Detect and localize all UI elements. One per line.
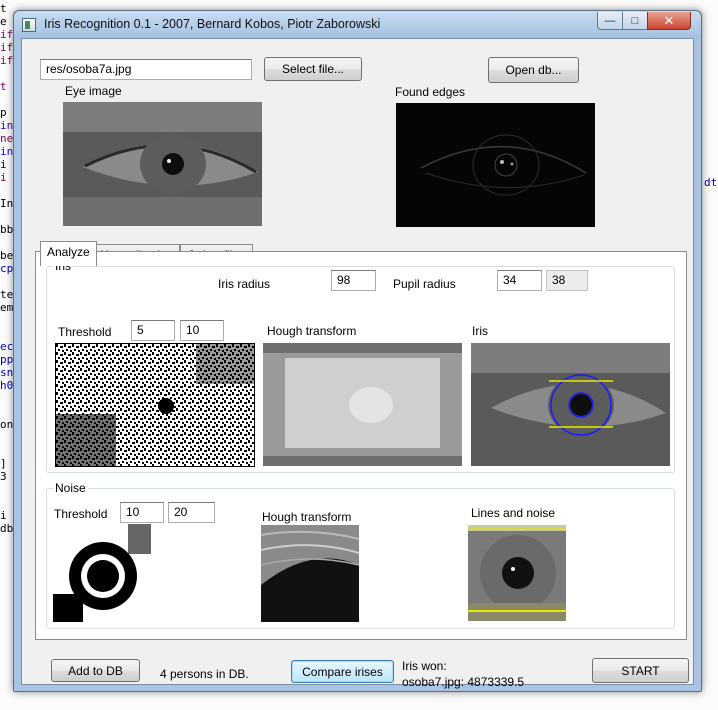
- noise-threshold-image: [53, 524, 151, 622]
- noise-groupbox: Noise Threshold 10 20 Hough transform Li…: [46, 481, 675, 629]
- code-fragment: cp: [0, 262, 14, 275]
- iris-threshold-image: [55, 343, 255, 467]
- title-bar[interactable]: Iris Recognition 0.1 - 2007, Bernard Kob…: [14, 11, 701, 38]
- code-fragment: [0, 67, 13, 80]
- code-fragment: db: [0, 522, 14, 535]
- iris-radius-label: Iris radius: [218, 277, 271, 291]
- pupil-radius-readout: 38: [546, 270, 588, 291]
- iris-detected-image: [471, 343, 670, 466]
- lines-noise-image: [468, 525, 566, 621]
- eye-image: [63, 102, 262, 226]
- noise-threshold-label: Threshold: [54, 507, 108, 521]
- code-fragment: on: [0, 418, 14, 431]
- noise-threshold-high-input[interactable]: 20: [168, 502, 215, 523]
- code-fragment: [0, 496, 13, 509]
- iris-radius-input[interactable]: 98: [331, 270, 376, 291]
- noise-hough-label: Hough transform: [262, 510, 352, 524]
- iris-image-label: Iris: [472, 324, 488, 338]
- code-fragment: [0, 392, 13, 405]
- code-fragment: In: [0, 197, 14, 210]
- start-button[interactable]: START: [592, 658, 689, 683]
- code-fragment: be: [0, 249, 14, 262]
- code-fragment: ne: [0, 132, 14, 145]
- lines-noise-label: Lines and noise: [471, 506, 556, 520]
- pupil-radius-input[interactable]: 34: [497, 270, 542, 291]
- app-icon: [22, 18, 36, 32]
- iris-detected-drawing: [471, 343, 670, 466]
- code-fragment: in: [0, 119, 14, 132]
- code-fragment: if: [0, 28, 14, 41]
- code-fragment: [0, 184, 13, 197]
- noise-hough-drawing: [261, 525, 359, 622]
- code-fragment: [0, 444, 13, 457]
- code-fragment: [0, 93, 13, 106]
- compare-irises-button[interactable]: Compare irises: [291, 660, 394, 683]
- code-fragment: [0, 275, 13, 288]
- noise-threshold-low-input[interactable]: 10: [120, 502, 164, 523]
- open-db-button[interactable]: Open db...: [488, 57, 579, 83]
- code-fragment: if: [0, 54, 14, 67]
- iris-won-label: Iris won:: [402, 659, 447, 673]
- minimize-icon[interactable]: —: [597, 12, 623, 30]
- code-fragment: [0, 431, 13, 444]
- persons-in-db-label: 4 persons in DB.: [160, 667, 249, 681]
- code-fragment: pp: [0, 353, 14, 366]
- code-fragment: te: [0, 288, 14, 301]
- code-fragment: sn: [0, 366, 14, 379]
- code-fragment: i: [0, 509, 7, 522]
- select-file-button[interactable]: Select file...: [264, 57, 362, 81]
- eye-image-drawing: [63, 102, 262, 226]
- code-fragment: h0: [0, 379, 14, 392]
- iris-hough-image: [263, 343, 462, 466]
- code-fragment: 3: [0, 470, 7, 483]
- code-fragment: [0, 405, 13, 418]
- code-fragment: bb: [0, 223, 14, 236]
- editor-code-fragments: t e if if if t p in ne in i i In bb be c…: [0, 2, 13, 535]
- analyze-tab-pane: Iris Iris radius 98 Pupil radius 34 38 T…: [35, 251, 687, 640]
- iris-threshold-label: Threshold: [58, 325, 112, 339]
- code-fragment: t: [0, 80, 7, 93]
- iris-hough-label: Hough transform: [267, 324, 357, 338]
- code-fragment: if: [0, 41, 14, 54]
- iris-groupbox: Iris Iris radius 98 Pupil radius 34 38 T…: [46, 259, 675, 473]
- noise-group-title: Noise: [53, 481, 88, 495]
- code-fragment: i: [0, 171, 7, 184]
- iris-threshold-high-input[interactable]: 10: [180, 320, 224, 341]
- iris-won-value: osoba7.jpg: 4873339.5: [402, 675, 525, 689]
- code-fragment: ]: [0, 457, 7, 470]
- code-fragment: [0, 210, 13, 223]
- found-edges-image: [396, 103, 595, 227]
- iris-threshold-drawing: [56, 344, 254, 466]
- code-fragment: p: [0, 106, 7, 119]
- window-title: Iris Recognition 0.1 - 2007, Bernard Kob…: [44, 17, 381, 31]
- code-fragment: [0, 327, 13, 340]
- maximize-icon[interactable]: □: [622, 12, 648, 30]
- found-edges-label: Found edges: [395, 85, 466, 99]
- code-fragment: in: [0, 145, 14, 158]
- iris-threshold-low-input[interactable]: 5: [131, 320, 175, 341]
- code-fragment: [0, 483, 13, 496]
- code-fragment: i: [0, 158, 7, 171]
- close-icon[interactable]: ✕: [647, 12, 691, 30]
- code-fragment: [0, 236, 13, 249]
- code-fragment: ec: [0, 340, 14, 353]
- noise-hough-image: [261, 525, 359, 622]
- pupil-radius-label: Pupil radius: [393, 277, 456, 291]
- add-to-db-button[interactable]: Add to DB: [51, 659, 140, 682]
- code-fragment: [0, 314, 13, 327]
- code-fragment: t: [0, 2, 7, 15]
- editor-code-fragment-right: dt: [704, 176, 718, 189]
- lines-noise-drawing: [468, 525, 566, 621]
- found-edges-drawing: [396, 103, 595, 227]
- eye-image-label: Eye image: [65, 84, 122, 98]
- noise-threshold-drawing: [53, 524, 151, 622]
- tab-analyze[interactable]: Analyze: [40, 241, 97, 266]
- code-fragment: e: [0, 15, 7, 28]
- code-fragment: em: [0, 301, 14, 314]
- file-path-input[interactable]: res/osoba7a.jpg: [40, 59, 252, 80]
- iris-hough-drawing: [263, 343, 462, 466]
